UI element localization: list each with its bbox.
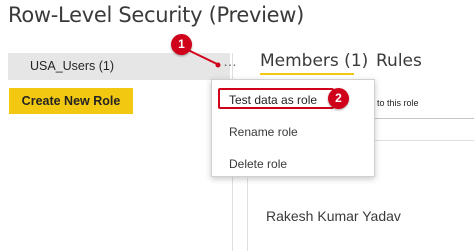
menu-item-delete-role[interactable]: Delete role — [212, 151, 374, 177]
tab-rules[interactable]: Rules — [376, 51, 422, 71]
step-marker-2: 2 — [328, 88, 349, 109]
menu-item-rename-role[interactable]: Rename role — [212, 119, 374, 145]
tab-members[interactable]: Members (1) — [260, 51, 368, 71]
role-item-usa-users[interactable]: USA_Users (1) … — [8, 53, 237, 80]
assign-members-text: to this role — [377, 98, 419, 108]
menu-item-test-data-as-role[interactable]: Test data as role — [212, 87, 374, 113]
member-name: Rakesh Kumar Yadav — [266, 208, 401, 224]
menu-item-label: Test data as role — [229, 93, 318, 107]
menu-item-label: Rename role — [229, 125, 298, 139]
dialog-title: Row-Level Security (Preview) — [8, 3, 304, 27]
step-marker-1: 1 — [171, 34, 192, 55]
role-context-menu: Test data as role Rename role Delete rol… — [211, 79, 375, 177]
active-tab-indicator — [260, 73, 354, 75]
ellipsis-icon[interactable]: … — [223, 54, 237, 68]
member-list-divider — [247, 178, 248, 251]
create-new-role-button[interactable]: Create New Role — [9, 88, 133, 114]
menu-item-label: Delete role — [229, 157, 288, 171]
role-item-label: USA_Users (1) — [30, 59, 115, 73]
